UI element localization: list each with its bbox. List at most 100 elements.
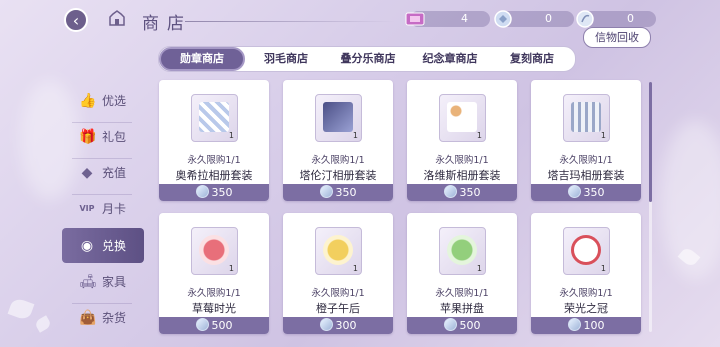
shop-item-card[interactable]: 1 永久限购1/1 塔伦汀相册套装 350 — [283, 80, 393, 201]
tab-commemorative-shop[interactable]: 纪念章商店 — [409, 47, 491, 71]
price-bar: 350 — [407, 184, 517, 201]
castle-icon — [109, 10, 125, 26]
sidebar-item-label: 充值 — [102, 166, 127, 180]
tab-stack-shop[interactable]: 叠分乐商店 — [327, 47, 409, 71]
album-icon — [447, 102, 477, 132]
medal-icon — [494, 10, 512, 28]
back-button[interactable]: ‹ — [64, 8, 88, 32]
purchase-limit: 永久限购1/1 — [559, 155, 613, 166]
item-quantity: 1 — [352, 264, 358, 273]
sidebar-item-exchange[interactable]: ◉ 兑换 — [62, 228, 144, 263]
medal-coin-icon — [567, 318, 581, 331]
arrow-left-icon: ‹ — [72, 11, 80, 30]
shop-item-card[interactable]: 1 永久限购1/1 草莓时光 500 — [159, 213, 269, 334]
petal-decoration — [7, 296, 35, 322]
home-button[interactable] — [106, 9, 128, 31]
tab-feather-shop[interactable]: 羽毛商店 — [245, 47, 327, 71]
item-name: 草莓时光 — [192, 302, 236, 315]
currency-value: 4 — [461, 12, 468, 25]
sidebar-item-misc[interactable]: 👜 杂货 — [62, 300, 142, 335]
album-icon — [323, 102, 353, 132]
crown-icon — [571, 235, 601, 265]
sidebar: 👍 优选 🎁 礼包 ◆ 充值 VIP 月卡 ◉ 兑换 🛋 家具 👜 杂货 — [62, 78, 144, 343]
vip-card-icon: VIP — [79, 204, 95, 213]
sidebar-item-furniture[interactable]: 🛋 家具 — [62, 264, 142, 299]
sidebar-item-recharge[interactable]: ◆ 充值 — [62, 155, 142, 190]
exchange-icon: ◉ — [80, 238, 94, 254]
sidebar-item-gift[interactable]: 🎁 礼包 — [62, 119, 142, 154]
item-price: 100 — [583, 319, 605, 332]
shop-item-card[interactable]: 1 永久限购1/1 洛维斯相册套装 350 — [407, 80, 517, 201]
shop-item-card[interactable]: 1 永久限购1/1 橙子午后 300 — [283, 213, 393, 334]
title-divider — [185, 21, 395, 22]
sidebar-item-label: 家具 — [102, 275, 127, 289]
diamond-icon: ◆ — [81, 165, 93, 181]
purchase-limit: 永久限购1/1 — [311, 155, 365, 166]
medal-coin-icon — [567, 185, 581, 198]
sidebar-item-label: 月卡 — [102, 202, 127, 216]
shop-item-card[interactable]: 1 永久限购1/1 塔吉玛相册套装 350 — [531, 80, 641, 201]
medal-coin-icon — [443, 185, 457, 198]
item-price: 350 — [211, 186, 233, 199]
price-bar: 350 — [159, 184, 269, 201]
item-quantity: 1 — [228, 131, 234, 140]
price-bar: 500 — [159, 317, 269, 334]
medal-coin-icon — [195, 185, 209, 198]
currency-value: 0 — [545, 12, 552, 25]
item-thumbnail: 1 — [563, 227, 610, 275]
purchase-limit: 永久限购1/1 — [435, 155, 489, 166]
strawberry-outfit-icon — [199, 235, 229, 265]
price-bar: 500 — [407, 317, 517, 334]
ticket-icon — [405, 12, 425, 26]
medal-coin-icon — [319, 185, 333, 198]
price-bar: 350 — [531, 184, 641, 201]
tab-reprint-shop[interactable]: 复刻商店 — [491, 47, 573, 71]
album-icon — [199, 102, 229, 132]
price-bar: 350 — [283, 184, 393, 201]
item-name: 荣光之冠 — [564, 302, 608, 315]
medal-coin-icon — [195, 318, 209, 331]
item-grid: 1 永久限购1/1 奥希拉相册套装 350 1 永久限购1/1 塔伦汀相册套装 … — [150, 70, 660, 347]
item-price: 300 — [335, 319, 357, 332]
item-thumbnail: 1 — [439, 227, 486, 275]
price-bar: 100 — [531, 317, 641, 334]
item-name: 橙子午后 — [316, 302, 360, 315]
item-thumbnail: 1 — [563, 94, 610, 142]
item-thumbnail: 1 — [191, 94, 238, 142]
item-price: 350 — [335, 186, 357, 199]
bag-icon: 👜 — [79, 310, 97, 326]
item-name: 塔伦汀相册套装 — [299, 169, 377, 182]
shop-item-card[interactable]: 1 永久限购1/1 苹果拼盘 500 — [407, 213, 517, 334]
sidebar-item-featured[interactable]: 👍 优选 — [62, 83, 142, 118]
item-thumbnail: 1 — [315, 94, 362, 142]
shop-item-card[interactable]: 1 永久限购1/1 荣光之冠 100 — [531, 213, 641, 334]
sidebar-item-label: 优选 — [102, 94, 127, 108]
orange-outfit-icon — [323, 235, 353, 265]
purchase-limit: 永久限购1/1 — [187, 155, 241, 166]
scrollbar-thumb[interactable] — [649, 82, 652, 202]
sidebar-item-label: 兑换 — [102, 239, 127, 253]
apple-outfit-icon — [447, 235, 477, 265]
sidebar-item-label: 杂货 — [102, 311, 127, 325]
sofa-icon: 🛋 — [79, 274, 97, 290]
item-thumbnail: 1 — [191, 227, 238, 275]
token-recycle-button[interactable]: 信物回收 — [583, 27, 651, 48]
shop-item-card[interactable]: 1 永久限购1/1 奥希拉相册套装 350 — [159, 80, 269, 201]
purchase-limit: 永久限购1/1 — [187, 288, 241, 299]
item-name: 塔吉玛相册套装 — [547, 169, 625, 182]
album-icon — [571, 102, 601, 132]
petal-decoration — [33, 315, 53, 333]
sidebar-item-monthly-card[interactable]: VIP 月卡 — [62, 191, 142, 226]
item-price: 500 — [459, 319, 481, 332]
item-quantity: 1 — [600, 264, 606, 273]
item-price: 350 — [583, 186, 605, 199]
currency-ticket[interactable]: 4 — [405, 11, 490, 27]
purchase-limit: 永久限购1/1 — [559, 288, 613, 299]
item-quantity: 1 — [476, 264, 482, 273]
currency-medal[interactable]: 0 — [494, 10, 574, 28]
sidebar-item-label: 礼包 — [102, 130, 127, 144]
tab-medal-shop[interactable]: 勋章商店 — [159, 47, 245, 71]
item-price: 350 — [459, 186, 481, 199]
currency-feather[interactable]: 0 — [576, 10, 656, 28]
shop-tabs: 勋章商店 羽毛商店 叠分乐商店 纪念章商店 复刻商店 — [158, 46, 576, 72]
